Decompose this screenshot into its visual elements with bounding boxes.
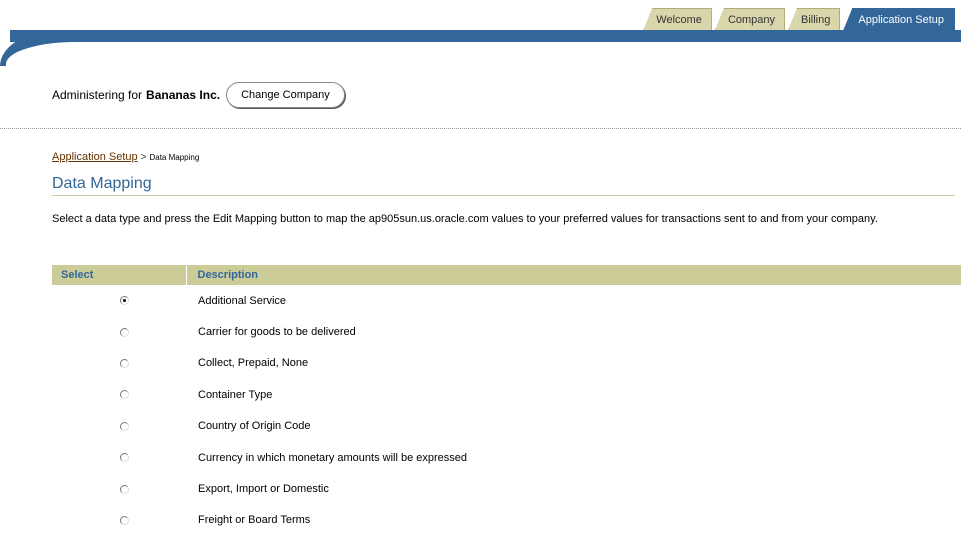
tab-application-setup[interactable]: Application Setup [843, 8, 955, 30]
row-description: Currency in which monetary amounts will … [198, 451, 468, 464]
table-row: Freight or Board Terms [52, 505, 961, 536]
row-description: Export, Import or Domestic [198, 483, 329, 496]
breadcrumb-link-application-setup[interactable]: Application Setup [52, 151, 138, 163]
select-radio[interactable] [120, 327, 129, 337]
breadcrumb-separator: > [140, 152, 147, 163]
instructions-text: Select a data type and press the Edit Ma… [52, 213, 878, 225]
row-description: Collect, Prepaid, None [198, 357, 309, 370]
administering-row: Administering for Bananas Inc. Change Co… [52, 82, 345, 108]
tab-billing[interactable]: Billing [788, 8, 841, 30]
select-radio[interactable] [120, 359, 129, 369]
table-row: Additional Service [52, 285, 961, 316]
select-radio[interactable] [120, 516, 129, 526]
select-radio[interactable] [120, 453, 129, 463]
select-radio[interactable] [120, 296, 129, 306]
header-bar [10, 30, 961, 42]
tab-welcome[interactable]: Welcome [643, 8, 712, 30]
table-row: Currency in which monetary amounts will … [52, 442, 961, 473]
select-radio[interactable] [120, 484, 129, 494]
company-name: Bananas Inc. [146, 88, 221, 102]
data-type-table: Select Description Additional Service Car… [52, 265, 961, 536]
table-row: Country of Origin Code [52, 411, 961, 442]
select-radio[interactable] [120, 421, 129, 431]
row-description: Country of Origin Code [198, 420, 311, 433]
breadcrumb: Application Setup > Data Mapping [52, 151, 199, 163]
change-company-button[interactable]: Change Company [226, 82, 345, 108]
description-column-header: Description [185, 265, 961, 285]
tab-bar: Welcome Company Billing Application Setu… [640, 7, 955, 30]
tab-company[interactable]: Company [714, 8, 786, 30]
table-row: Carrier for goods to be delivered [52, 316, 961, 347]
administering-label: Administering for [52, 88, 143, 102]
divider [0, 128, 961, 129]
row-description: Container Type [198, 388, 273, 401]
select-radio[interactable] [120, 390, 129, 400]
row-description: Carrier for goods to be delivered [198, 326, 356, 339]
row-description: Additional Service [198, 294, 287, 307]
select-column-header: Select [52, 265, 186, 285]
table-row: Container Type [52, 379, 961, 410]
row-description: Freight or Board Terms [198, 514, 311, 527]
table-row: Export, Import or Domestic [52, 473, 961, 504]
page-title: Data Mapping [52, 175, 955, 196]
breadcrumb-current: Data Mapping [149, 153, 200, 162]
table-row: Collect, Prepaid, None [52, 348, 961, 379]
